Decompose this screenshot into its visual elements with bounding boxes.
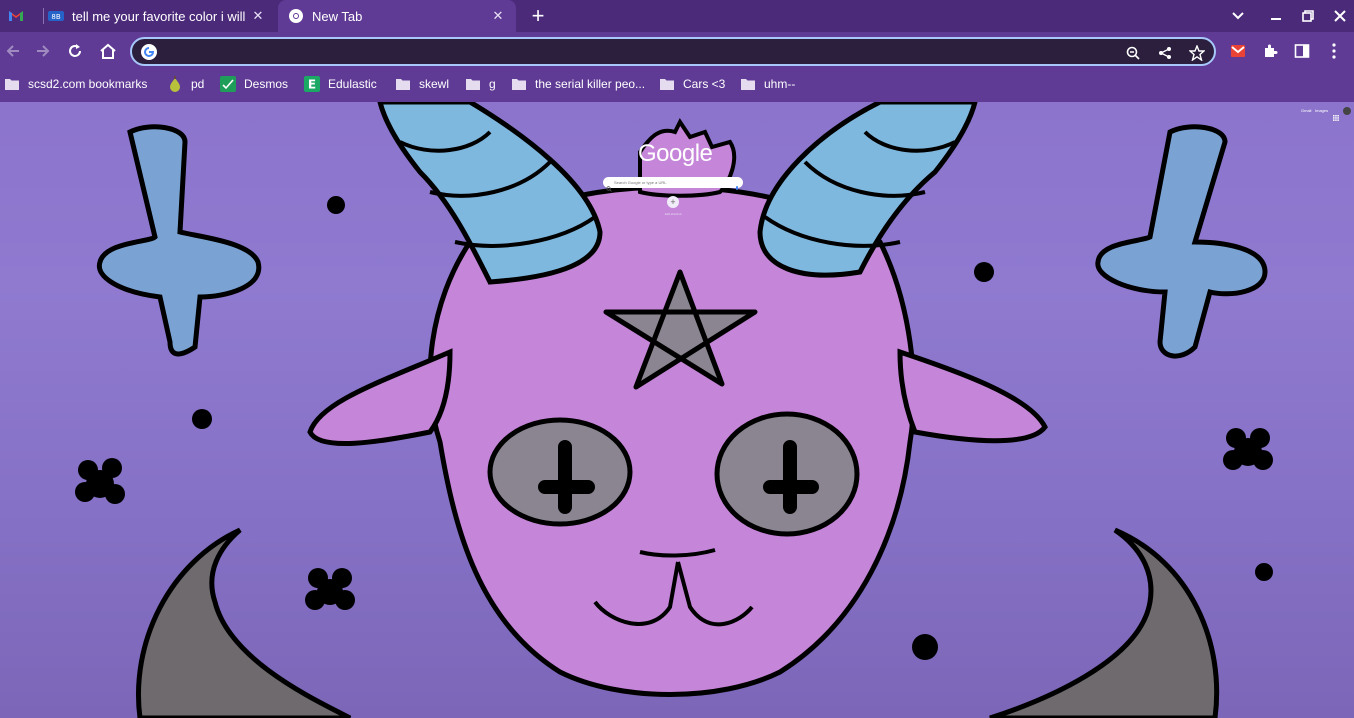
bookmark-skewl[interactable]: skewl — [395, 74, 449, 94]
images-link[interactable]: Images — [1315, 108, 1328, 113]
side-panel-icon[interactable] — [1291, 40, 1313, 62]
search-icon — [606, 179, 612, 192]
folder-icon — [740, 76, 756, 92]
apps-grid-icon[interactable] — [1333, 108, 1339, 121]
add-shortcut-button[interactable]: + — [667, 196, 679, 208]
bookmark-label: Edulastic — [328, 77, 377, 91]
folder-icon — [659, 76, 675, 92]
avatar[interactable] — [1343, 107, 1351, 115]
shortcut-label: Add shortcut — [664, 212, 682, 216]
svg-text:E: E — [308, 78, 316, 92]
bookmark-cars[interactable]: Cars <3 — [659, 74, 725, 94]
close-window-icon[interactable] — [1330, 6, 1350, 26]
tab-favorite-color[interactable]: 8B tell me your favorite color i will n … — [48, 0, 276, 32]
mic-icon[interactable] — [735, 179, 739, 190]
bookmark-scsd2[interactable]: scsd2.com bookmarks — [4, 74, 147, 94]
svg-text:8B: 8B — [51, 13, 60, 21]
goat-wallpaper — [75, 102, 1273, 718]
forward-icon[interactable] — [32, 40, 54, 62]
bookmark-label: uhm-- — [764, 77, 796, 91]
close-tab-icon[interactable]: ✕ — [250, 8, 266, 24]
browser-chrome: 8B tell me your favorite color i will n … — [0, 0, 1354, 102]
omnibox-input[interactable] — [162, 42, 1122, 62]
ntp-search-box[interactable] — [603, 177, 743, 192]
folder-icon — [465, 76, 481, 92]
bookmark-pd[interactable]: pd — [167, 74, 204, 94]
gmail-icon — [8, 8, 24, 24]
restore-icon[interactable] — [1298, 6, 1318, 26]
extensions-icon[interactable] — [1259, 40, 1281, 62]
bookmark-label: scsd2.com bookmarks — [28, 77, 148, 91]
bookmark-star-icon[interactable] — [1188, 44, 1206, 62]
folder-icon — [395, 76, 411, 92]
google-logo: Google — [638, 140, 713, 167]
address-bar[interactable] — [130, 37, 1216, 66]
folder-icon — [4, 76, 20, 92]
bookmark-label: pd — [191, 77, 205, 91]
pear-icon — [167, 76, 183, 92]
bookmark-label: Desmos — [244, 77, 289, 91]
bookmark-uhm[interactable]: uhm-- — [740, 74, 795, 94]
share-icon[interactable] — [1156, 44, 1174, 62]
google-g-icon — [140, 43, 158, 61]
new-tab-button[interactable]: + — [526, 3, 550, 28]
quizlet-like-icon: 8B — [48, 8, 64, 24]
gmail-link[interactable]: Gmail — [1301, 108, 1311, 113]
bookmarks-bar: scsd2.com bookmarks pd Desmos E Edulasti… — [0, 70, 1354, 98]
bookmark-label: skewl — [419, 77, 450, 91]
tab-pinned-gmail[interactable] — [8, 0, 38, 32]
bookmark-label: the serial killer peo... — [535, 77, 646, 91]
tab-new-tab[interactable]: New Tab ✕ — [278, 0, 516, 32]
ntp-search-input[interactable] — [614, 178, 729, 187]
home-icon[interactable] — [97, 40, 119, 62]
zoom-icon[interactable] — [1124, 44, 1142, 62]
bookmark-label: Cars <3 — [683, 77, 726, 91]
tab-strip: 8B tell me your favorite color i will n … — [0, 0, 1354, 32]
desmos-icon — [220, 76, 236, 92]
bookmark-label: g — [489, 77, 496, 91]
reload-icon[interactable] — [64, 40, 86, 62]
close-tab-icon[interactable]: ✕ — [490, 8, 506, 24]
tab-title: New Tab — [312, 8, 363, 24]
tab-separator — [43, 8, 44, 24]
tab-title: tell me your favorite color i will n — [72, 8, 248, 24]
minimize-icon[interactable] — [1266, 6, 1286, 26]
edulastic-icon: E — [304, 76, 320, 92]
new-tab-page: Google + Add shortcut Gmail Images — [0, 102, 1354, 718]
bookmark-desmos[interactable]: Desmos — [220, 74, 288, 94]
bookmark-edulastic[interactable]: E Edulastic — [304, 74, 377, 94]
gmail-extension-icon[interactable] — [1227, 40, 1249, 62]
bookmark-g[interactable]: g — [465, 74, 496, 94]
bookmark-serial-killer[interactable]: the serial killer peo... — [511, 74, 645, 94]
back-icon[interactable] — [2, 40, 24, 62]
chrome-icon — [288, 8, 304, 24]
menu-kebab-icon[interactable] — [1323, 40, 1345, 62]
tab-search-icon[interactable] — [1228, 6, 1248, 26]
folder-icon — [511, 76, 527, 92]
